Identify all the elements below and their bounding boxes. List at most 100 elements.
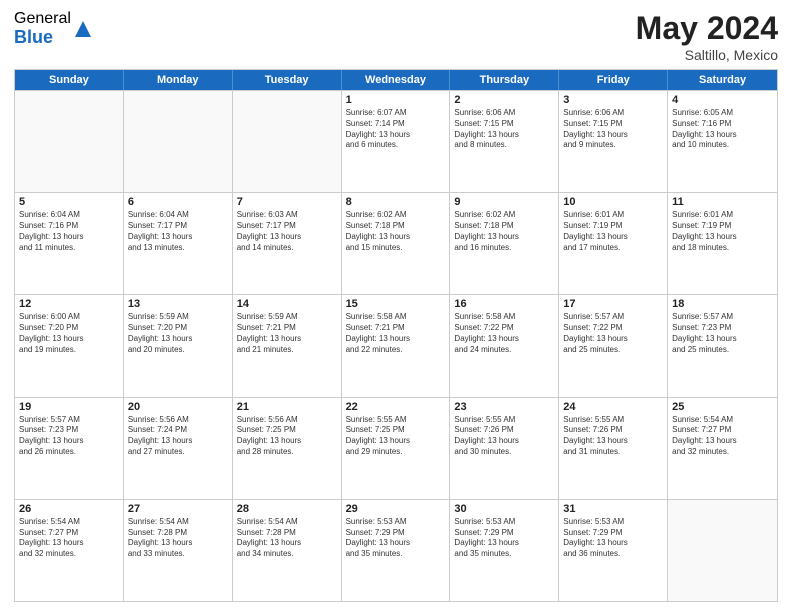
cell-info: Sunrise: 5:54 AM Sunset: 7:28 PM Dayligh… (237, 517, 337, 560)
empty-cell (233, 91, 342, 192)
day-number: 7 (237, 196, 337, 208)
day-cell-16: 16 Sunrise: 5:58 AM Sunset: 7:22 PM Dayli… (450, 295, 559, 396)
cell-info: Sunrise: 5:54 AM Sunset: 7:27 PM Dayligh… (672, 415, 773, 458)
day-cell-29: 29Sunrise: 5:53 AM Sunset: 7:29 PM Dayli… (342, 500, 451, 601)
cell-info: Sunrise: 5:58 AM Sunset: 7:22 PM Dayligh… (454, 312, 554, 355)
day-number: 21 (237, 401, 337, 413)
day-number: 24 (563, 401, 663, 413)
day-cell-26: 26Sunrise: 5:54 AM Sunset: 7:27 PM Dayli… (15, 500, 124, 601)
day-cell-30: 30 Sunrise: 5:53 AM Sunset: 7:29 PM Dayli… (450, 500, 559, 601)
header-day-sunday: Sunday (15, 70, 124, 90)
day-cell-12: 12 Sunrise: 6:00 AM Sunset: 7:20 PM Dayli… (15, 295, 124, 396)
header-day-thursday: Thursday (450, 70, 559, 90)
cell-info: Sunrise: 6:06 AM Sunset: 7:15 PM Dayligh… (563, 108, 663, 151)
day-number: 13 (128, 298, 228, 310)
header: General Blue May 2024 Saltillo, Mexico (14, 10, 778, 63)
day-cell-6: 6 Sunrise: 6:04 AM Sunset: 7:17 PM Daylig… (124, 193, 233, 294)
day-cell-1: 1 Sunrise: 6:07 AM Sunset: 7:14 PM Daylig… (342, 91, 451, 192)
day-cell-21: 21 Sunrise: 5:56 AM Sunset: 7:25 PM Dayli… (233, 398, 342, 499)
day-cell-9: 9 Sunrise: 6:02 AM Sunset: 7:18 PM Daylig… (450, 193, 559, 294)
cell-info: Sunrise: 6:03 AM Sunset: 7:17 PM Dayligh… (237, 210, 337, 253)
week-row-3: 12 Sunrise: 6:00 AM Sunset: 7:20 PM Dayli… (15, 294, 777, 396)
empty-cell (124, 91, 233, 192)
logo: General Blue (14, 10, 93, 47)
day-cell-18: 18 Sunrise: 5:57 AM Sunset: 7:23 PM Dayli… (668, 295, 777, 396)
cell-info: Sunrise: 5:53 AM Sunset: 7:29 PM Dayligh… (563, 517, 663, 560)
day-cell-25: 25 Sunrise: 5:54 AM Sunset: 7:27 PM Dayli… (668, 398, 777, 499)
day-number: 3 (563, 94, 663, 106)
day-number: 6 (128, 196, 228, 208)
cell-info: Sunrise: 6:07 AM Sunset: 7:14 PM Dayligh… (346, 108, 446, 151)
day-number: 29 (346, 503, 446, 515)
day-number: 1 (346, 94, 446, 106)
day-number: 8 (346, 196, 446, 208)
calendar-body: 1 Sunrise: 6:07 AM Sunset: 7:14 PM Daylig… (15, 90, 777, 601)
header-day-tuesday: Tuesday (233, 70, 342, 90)
day-cell-19: 19Sunrise: 5:57 AM Sunset: 7:23 PM Dayli… (15, 398, 124, 499)
header-day-friday: Friday (559, 70, 668, 90)
day-cell-22: 22Sunrise: 5:55 AM Sunset: 7:25 PM Dayli… (342, 398, 451, 499)
day-cell-24: 24 Sunrise: 5:55 AM Sunset: 7:26 PM Dayli… (559, 398, 668, 499)
cell-info: Sunrise: 5:58 AM Sunset: 7:21 PM Dayligh… (346, 312, 446, 355)
cell-info: Sunrise: 5:54 AM Sunset: 7:28 PM Dayligh… (128, 517, 228, 560)
cell-info: Sunrise: 6:01 AM Sunset: 7:19 PM Dayligh… (672, 210, 773, 253)
cell-info: Sunrise: 6:04 AM Sunset: 7:16 PM Dayligh… (19, 210, 119, 253)
day-number: 20 (128, 401, 228, 413)
day-cell-20: 20 Sunrise: 5:56 AM Sunset: 7:24 PM Dayli… (124, 398, 233, 499)
day-number: 11 (672, 196, 773, 208)
cell-info: Sunrise: 6:02 AM Sunset: 7:18 PM Dayligh… (454, 210, 554, 253)
cell-info: Sunrise: 5:55 AM Sunset: 7:26 PM Dayligh… (563, 415, 663, 458)
cell-info: Sunrise: 6:00 AM Sunset: 7:20 PM Dayligh… (19, 312, 119, 355)
day-number: 10 (563, 196, 663, 208)
day-cell-31: 31Sunrise: 5:53 AM Sunset: 7:29 PM Dayli… (559, 500, 668, 601)
cell-info: Sunrise: 5:55 AM Sunset: 7:26 PM Dayligh… (454, 415, 554, 458)
day-cell-2: 2Sunrise: 6:06 AM Sunset: 7:15 PM Daylig… (450, 91, 559, 192)
day-cell-17: 17 Sunrise: 5:57 AM Sunset: 7:22 PM Dayli… (559, 295, 668, 396)
day-cell-10: 10 Sunrise: 6:01 AM Sunset: 7:19 PM Dayli… (559, 193, 668, 294)
day-number: 16 (454, 298, 554, 310)
empty-cell (668, 500, 777, 601)
cell-info: Sunrise: 6:01 AM Sunset: 7:19 PM Dayligh… (563, 210, 663, 253)
week-row-2: 5Sunrise: 6:04 AM Sunset: 7:16 PM Daylig… (15, 192, 777, 294)
day-cell-4: 4Sunrise: 6:05 AM Sunset: 7:16 PM Daylig… (668, 91, 777, 192)
header-day-wednesday: Wednesday (342, 70, 451, 90)
cell-info: Sunrise: 5:55 AM Sunset: 7:25 PM Dayligh… (346, 415, 446, 458)
day-cell-3: 3 Sunrise: 6:06 AM Sunset: 7:15 PM Daylig… (559, 91, 668, 192)
cell-info: Sunrise: 6:06 AM Sunset: 7:15 PM Dayligh… (454, 108, 554, 151)
day-cell-28: 28 Sunrise: 5:54 AM Sunset: 7:28 PM Dayli… (233, 500, 342, 601)
day-cell-7: 7 Sunrise: 6:03 AM Sunset: 7:17 PM Daylig… (233, 193, 342, 294)
cell-info: Sunrise: 5:59 AM Sunset: 7:20 PM Dayligh… (128, 312, 228, 355)
logo-blue: Blue (14, 28, 71, 48)
day-number: 18 (672, 298, 773, 310)
day-number: 26 (19, 503, 119, 515)
cell-info: Sunrise: 5:56 AM Sunset: 7:24 PM Dayligh… (128, 415, 228, 458)
day-number: 15 (346, 298, 446, 310)
day-number: 4 (672, 94, 773, 106)
cell-info: Sunrise: 5:53 AM Sunset: 7:29 PM Dayligh… (454, 517, 554, 560)
cell-info: Sunrise: 5:56 AM Sunset: 7:25 PM Dayligh… (237, 415, 337, 458)
logo-icon (73, 19, 93, 39)
cell-info: Sunrise: 5:57 AM Sunset: 7:23 PM Dayligh… (19, 415, 119, 458)
day-number: 17 (563, 298, 663, 310)
day-number: 30 (454, 503, 554, 515)
calendar: SundayMondayTuesdayWednesdayThursdayFrid… (14, 69, 778, 602)
cell-info: Sunrise: 5:57 AM Sunset: 7:22 PM Dayligh… (563, 312, 663, 355)
day-number: 9 (454, 196, 554, 208)
title-block: May 2024 Saltillo, Mexico (636, 10, 778, 63)
page: General Blue May 2024 Saltillo, Mexico S… (0, 0, 792, 612)
day-number: 12 (19, 298, 119, 310)
day-cell-14: 14Sunrise: 5:59 AM Sunset: 7:21 PM Dayli… (233, 295, 342, 396)
logo-general: General (14, 10, 71, 28)
day-number: 23 (454, 401, 554, 413)
cell-info: Sunrise: 5:57 AM Sunset: 7:23 PM Dayligh… (672, 312, 773, 355)
cell-info: Sunrise: 6:04 AM Sunset: 7:17 PM Dayligh… (128, 210, 228, 253)
day-cell-11: 11 Sunrise: 6:01 AM Sunset: 7:19 PM Dayli… (668, 193, 777, 294)
week-row-4: 19Sunrise: 5:57 AM Sunset: 7:23 PM Dayli… (15, 397, 777, 499)
calendar-title: May 2024 (636, 10, 778, 47)
day-number: 14 (237, 298, 337, 310)
day-number: 25 (672, 401, 773, 413)
day-number: 28 (237, 503, 337, 515)
header-day-saturday: Saturday (668, 70, 777, 90)
header-day-monday: Monday (124, 70, 233, 90)
day-cell-13: 13 Sunrise: 5:59 AM Sunset: 7:20 PM Dayli… (124, 295, 233, 396)
